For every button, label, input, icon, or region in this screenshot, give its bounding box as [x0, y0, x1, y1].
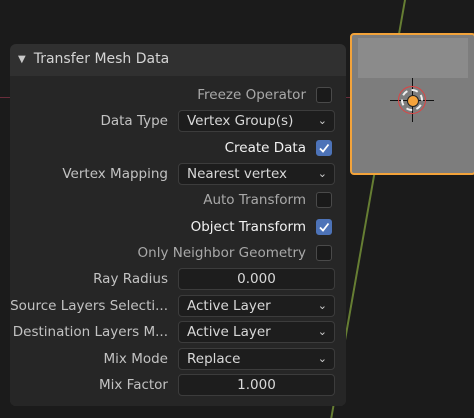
destination-layers-label: Destination Layers M... [12, 324, 168, 340]
mix-mode-row: Mix Mode Replace ⌄ [10, 347, 346, 371]
vertex-mapping-value: Nearest vertex [187, 166, 288, 182]
source-layers-label: Source Layers Selecti... [10, 298, 168, 314]
cube-mesh[interactable] [350, 33, 474, 175]
create-data-checkbox[interactable] [316, 140, 332, 156]
ray-radius-label: Ray Radius [93, 271, 168, 287]
mix-factor-input[interactable]: 1.000 [178, 374, 335, 396]
mix-factor-value: 1.000 [237, 377, 276, 393]
create-data-row: Create Data [10, 136, 346, 160]
destination-layers-value: Active Layer [187, 324, 271, 340]
checkmark-icon [319, 222, 330, 232]
data-type-label: Data Type [100, 113, 168, 129]
freeze-operator-label: Freeze Operator [197, 87, 306, 103]
panel-title: Transfer Mesh Data [33, 51, 170, 67]
data-type-dropdown[interactable]: Vertex Group(s) ⌄ [178, 110, 335, 132]
mix-mode-label: Mix Mode [103, 351, 168, 367]
panel-header[interactable]: ▼ Transfer Mesh Data [10, 44, 346, 74]
vertex-mapping-label: Vertex Mapping [62, 166, 168, 182]
object-transform-label: Object Transform [190, 219, 306, 235]
mix-factor-row: Mix Factor 1.000 [10, 373, 346, 397]
ray-radius-input[interactable]: 0.000 [178, 268, 335, 290]
object-transform-checkbox[interactable] [316, 219, 332, 235]
auto-transform-label: Auto Transform [203, 192, 306, 208]
create-data-label: Create Data [224, 140, 306, 156]
freeze-operator-checkbox[interactable] [316, 87, 332, 103]
source-layers-row: Source Layers Selecti... Active Layer ⌄ [10, 294, 346, 318]
auto-transform-row: Auto Transform [10, 188, 346, 212]
freeze-operator-row: Freeze Operator [10, 83, 346, 107]
only-neighbor-geometry-checkbox[interactable] [316, 245, 332, 261]
destination-layers-dropdown[interactable]: Active Layer ⌄ [178, 321, 335, 343]
chevron-down-icon: ⌄ [317, 114, 327, 127]
only-neighbor-geometry-row: Only Neighbor Geometry [10, 241, 346, 265]
cube-top-face [358, 38, 468, 78]
chevron-down-icon: ⌄ [317, 299, 327, 312]
data-type-row: Data Type Vertex Group(s) ⌄ [10, 109, 346, 133]
chevron-down-icon: ⌄ [317, 352, 327, 365]
ray-radius-row: Ray Radius 0.000 [10, 267, 346, 291]
source-layers-dropdown[interactable]: Active Layer ⌄ [178, 295, 335, 317]
transfer-mesh-data-panel: ▼ Transfer Mesh Data Freeze Operator Dat… [10, 44, 346, 406]
chevron-down-icon: ⌄ [317, 325, 327, 338]
destination-layers-row: Destination Layers M... Active Layer ⌄ [10, 320, 346, 344]
object-transform-row: Object Transform [10, 215, 346, 239]
data-type-value: Vertex Group(s) [187, 113, 294, 129]
mix-mode-value: Replace [187, 351, 241, 367]
vertex-mapping-row: Vertex Mapping Nearest vertex ⌄ [10, 162, 346, 186]
source-layers-value: Active Layer [187, 298, 271, 314]
mix-mode-dropdown[interactable]: Replace ⌄ [178, 348, 335, 370]
ray-radius-value: 0.000 [237, 271, 276, 287]
selected-cube-object[interactable] [350, 33, 474, 175]
auto-transform-checkbox[interactable] [316, 192, 332, 208]
mix-factor-label: Mix Factor [98, 377, 168, 393]
collapse-triangle-icon[interactable]: ▼ [18, 54, 26, 65]
panel-body: Freeze Operator Data Type Vertex Group(s… [10, 76, 346, 406]
vertex-mapping-dropdown[interactable]: Nearest vertex ⌄ [178, 163, 335, 185]
chevron-down-icon: ⌄ [317, 167, 327, 180]
checkmark-icon [319, 143, 330, 153]
origin-point-icon [401, 89, 423, 111]
only-neighbor-geometry-label: Only Neighbor Geometry [137, 245, 306, 261]
